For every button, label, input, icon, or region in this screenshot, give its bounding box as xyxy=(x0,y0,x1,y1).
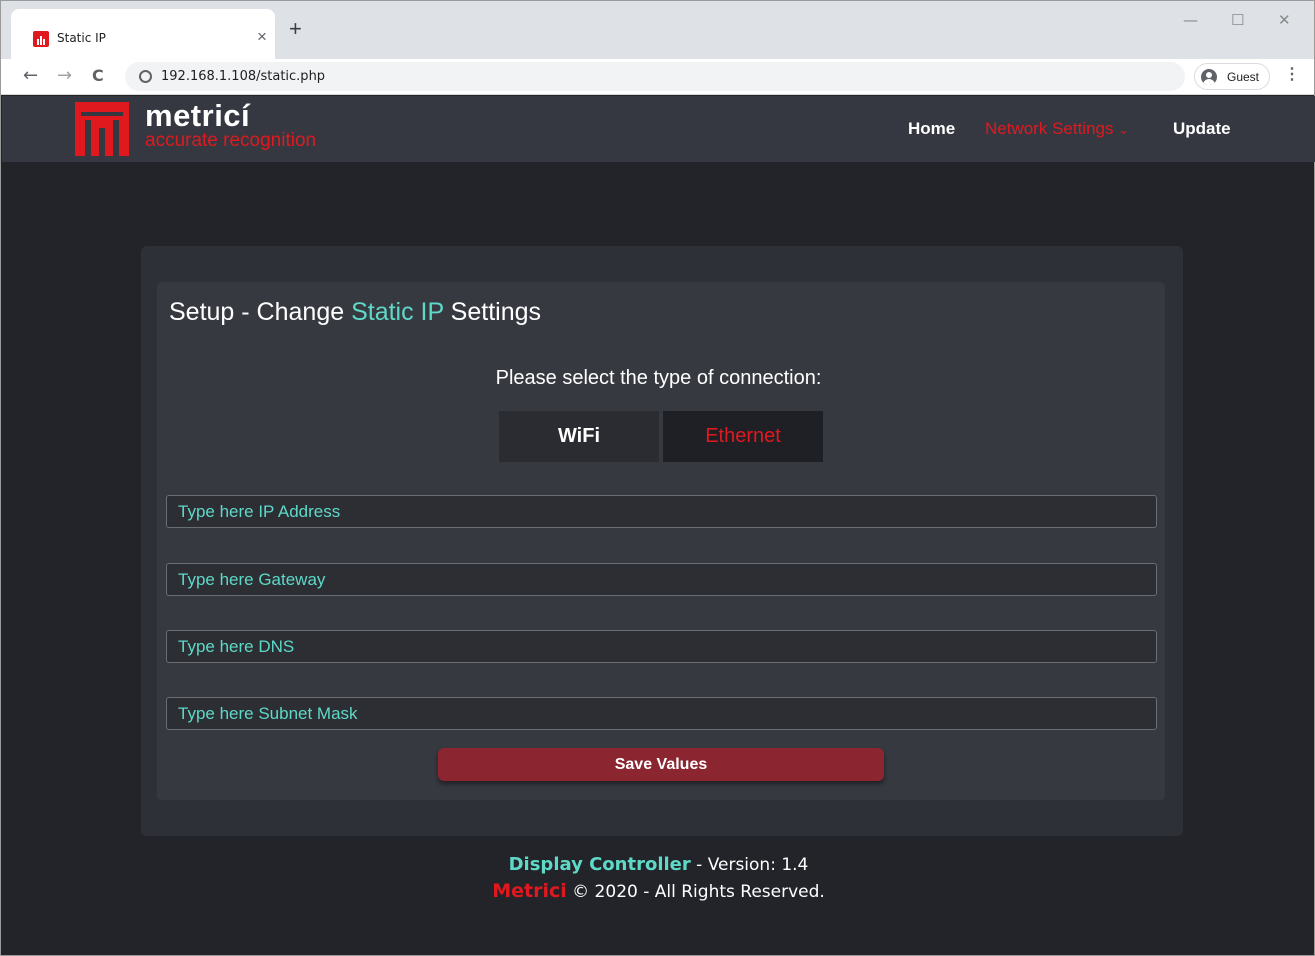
site-info-icon[interactable] xyxy=(139,70,152,83)
nav-home[interactable]: Home xyxy=(908,119,955,139)
save-values-button[interactable]: Save Values xyxy=(438,748,884,781)
title-suffix: Settings xyxy=(443,298,541,326)
browser-tab[interactable]: Static IP × xyxy=(11,9,275,59)
back-icon[interactable]: ← xyxy=(23,66,38,86)
footer-copyright: Metrici © 2020 - All Rights Reserved. xyxy=(1,880,1315,903)
forward-icon[interactable]: → xyxy=(57,66,72,86)
maximize-icon[interactable]: ☐ xyxy=(1231,11,1244,29)
close-window-icon[interactable]: ✕ xyxy=(1278,11,1291,29)
minimize-icon[interactable]: — xyxy=(1183,11,1198,29)
title-accent: Static IP xyxy=(351,298,444,326)
nav-network-settings[interactable]: Network Settings ⌄ xyxy=(985,119,1129,140)
brand-name[interactable]: metricí xyxy=(145,100,250,132)
browser-window: Static IP × + — ☐ ✕ ← → C 192.168.1.108/… xyxy=(0,0,1315,956)
footer-version: Display Controller - Version: 1.4 xyxy=(1,854,1315,876)
profile-label: Guest xyxy=(1227,70,1260,84)
dns-input[interactable] xyxy=(166,630,1157,663)
footer-product: Display Controller xyxy=(508,854,691,875)
metrici-logo-icon[interactable] xyxy=(75,102,129,156)
nav-update[interactable]: Update xyxy=(1173,119,1231,139)
reload-icon[interactable]: C xyxy=(92,66,104,86)
ethernet-button[interactable]: Ethernet xyxy=(663,411,823,462)
new-tab-icon[interactable]: + xyxy=(289,18,302,40)
metrici-favicon-icon xyxy=(33,31,49,47)
tab-title: Static IP xyxy=(57,31,106,45)
footer-brand: Metrici xyxy=(492,880,567,902)
profile-avatar-icon xyxy=(1201,69,1217,85)
nav-network-settings-label: Network Settings xyxy=(985,119,1114,138)
tab-strip: Static IP × + — ☐ ✕ xyxy=(1,1,1314,59)
connection-prompt: Please select the type of connection: xyxy=(495,367,822,389)
url-text: 192.168.1.108/static.php xyxy=(161,69,326,84)
profile-button[interactable]: Guest xyxy=(1194,63,1270,90)
browser-menu-icon[interactable]: ⋮ xyxy=(1284,65,1300,85)
ip-address-input[interactable] xyxy=(166,495,1157,528)
footer-version-text: - Version: 1.4 xyxy=(690,855,809,875)
site-header: metricí accurate recognition Home Networ… xyxy=(2,96,1315,162)
page-title: Setup - Change Static IP Settings xyxy=(169,297,541,327)
wifi-button[interactable]: WiFi xyxy=(499,411,659,462)
title-prefix: Setup - Change xyxy=(169,298,352,326)
gateway-input[interactable] xyxy=(166,563,1157,596)
browser-toolbar: ← → C 192.168.1.108/static.php Guest ⋮ xyxy=(1,59,1314,95)
address-bar[interactable]: 192.168.1.108/static.php xyxy=(125,62,1185,91)
chevron-down-icon: ⌄ xyxy=(1118,122,1130,137)
brand-tagline: accurate recognition xyxy=(145,130,317,151)
close-tab-icon[interactable]: × xyxy=(257,27,267,47)
subnet-mask-input[interactable] xyxy=(166,697,1157,730)
footer-copyright-text: © 2020 - All Rights Reserved. xyxy=(566,882,825,902)
